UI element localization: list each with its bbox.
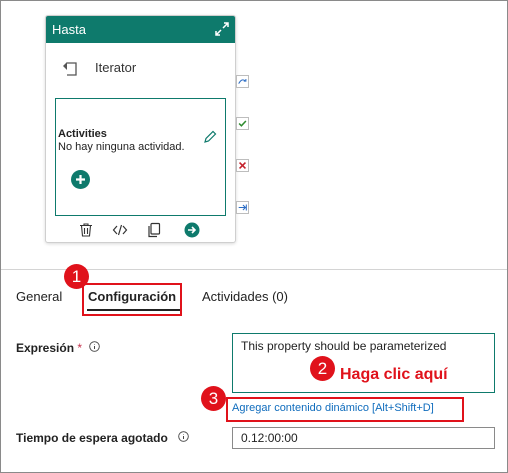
info-icon[interactable] [89, 341, 100, 352]
copy-icon[interactable] [146, 222, 162, 238]
card-header: Hasta [46, 16, 235, 43]
callout-badge-2: 2 [310, 356, 335, 381]
info-icon[interactable] [178, 431, 189, 442]
failure-x-icon[interactable] [236, 159, 249, 172]
tab-general[interactable]: General [16, 289, 62, 304]
click-here-hint: Haga clic aquí [340, 366, 448, 383]
until-activity-card[interactable]: Hasta Iterator Activities No hay ninguna… [45, 15, 236, 243]
skip-icon[interactable] [236, 75, 249, 88]
required-marker: * [77, 341, 83, 355]
timeout-label: Tiempo de espera agotado [16, 431, 168, 445]
code-icon[interactable] [112, 222, 128, 238]
callout-badge-1: 1 [64, 264, 89, 289]
tab-actividades[interactable]: Actividades (0) [202, 289, 288, 304]
callout-badge-3: 3 [201, 386, 226, 411]
inner-activities-container: Activities No hay ninguna actividad. [55, 98, 226, 216]
completion-arrow-icon[interactable] [236, 201, 249, 214]
arrow-right-icon[interactable] [184, 222, 200, 238]
iterator-label: Iterator [95, 60, 137, 75]
card-title: Hasta [52, 22, 86, 37]
activities-empty-text: No hay ninguna actividad. [58, 141, 185, 153]
expression-label: Expresión * [16, 341, 83, 355]
add-activity-icon[interactable] [71, 170, 90, 189]
expand-icon[interactable] [213, 20, 231, 38]
timeout-input[interactable] [232, 427, 495, 449]
add-dynamic-content-link[interactable]: Agregar contenido dinámico [Alt+Shift+D] [232, 402, 434, 414]
card-toolbar [76, 222, 206, 240]
success-check-icon[interactable] [236, 117, 249, 130]
pencil-icon[interactable] [203, 130, 217, 144]
iterator-icon [63, 62, 77, 76]
delete-icon[interactable] [78, 222, 94, 238]
callout-box-1 [82, 283, 182, 316]
activities-title: Activities [58, 128, 107, 140]
expression-input[interactable]: This property should be parameterized [232, 333, 495, 393]
